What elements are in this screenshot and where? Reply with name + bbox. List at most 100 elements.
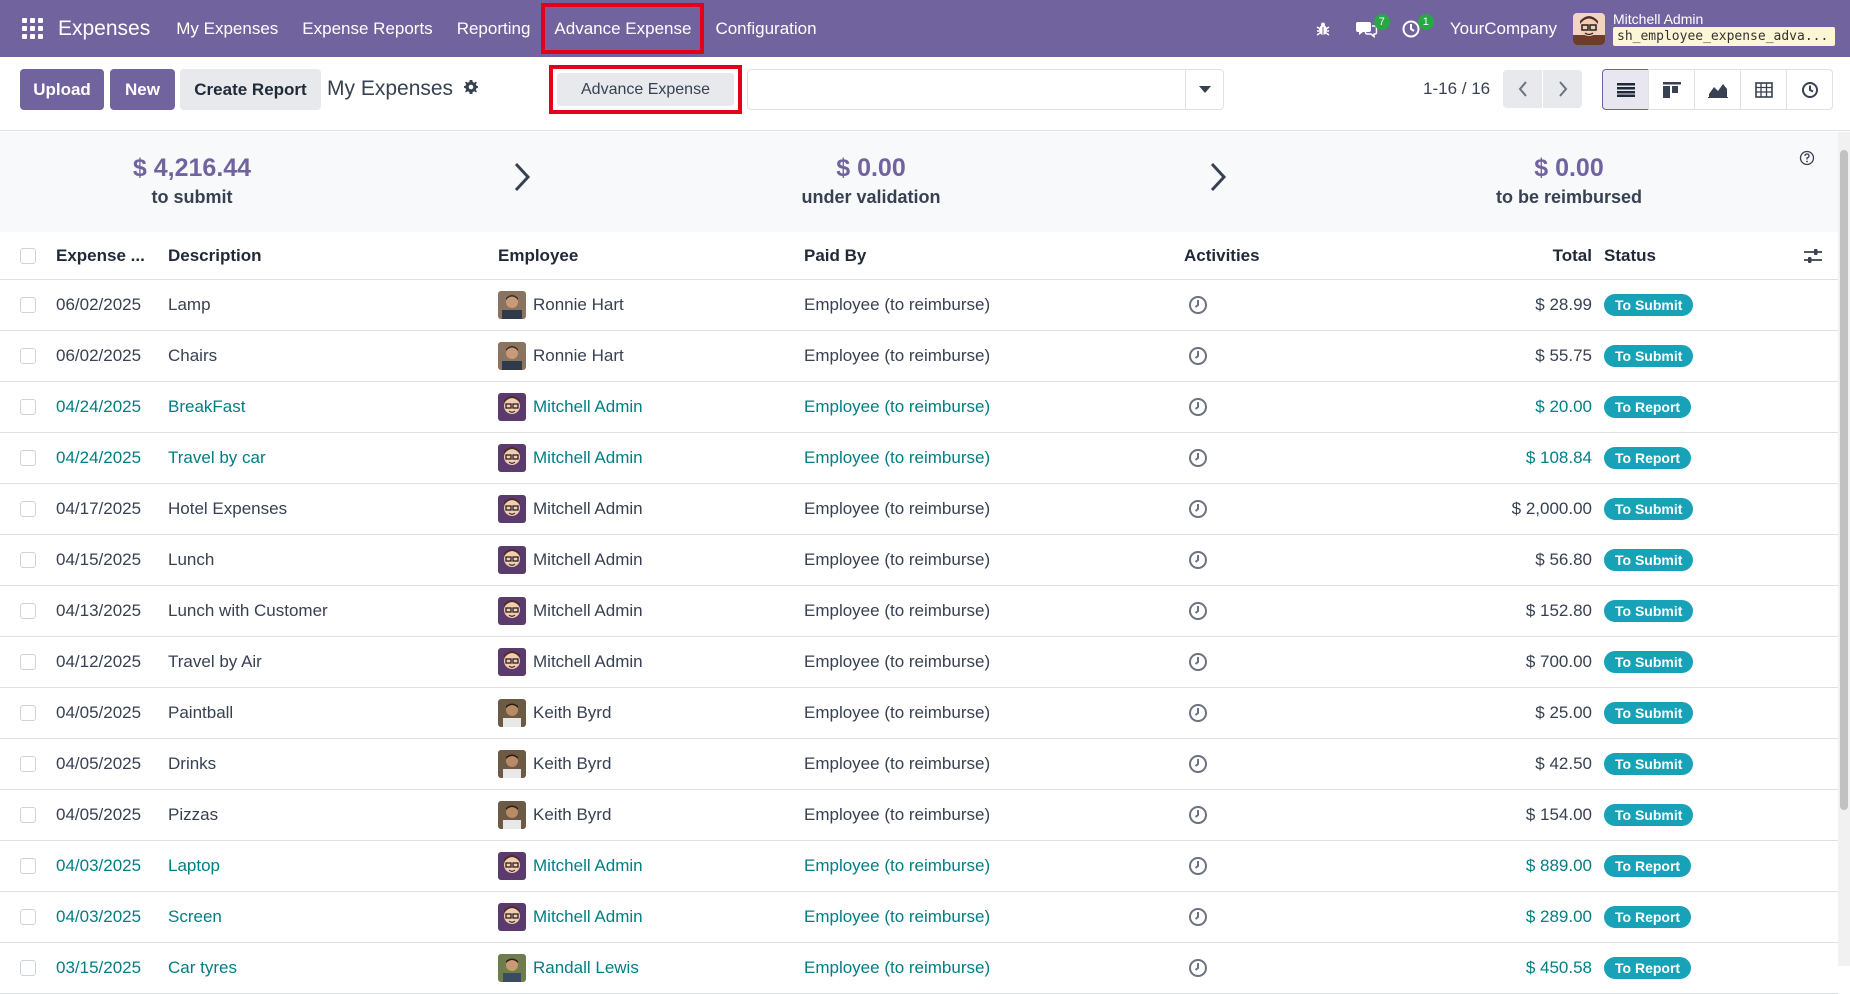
row-checkbox-cell[interactable] — [20, 943, 36, 993]
activity-clock-icon[interactable] — [1188, 331, 1208, 381]
row-checkbox-cell[interactable] — [20, 586, 36, 636]
table-row[interactable]: 04/24/2025 BreakFast Mitchell Admin Employe… — [0, 382, 1838, 433]
row-checkbox-cell[interactable] — [20, 535, 36, 585]
table-row[interactable]: 04/15/2025 Lunch Mitchell Admin Employee (t… — [0, 535, 1838, 586]
stat-under-validation[interactable]: $ 0.00 under validation — [771, 154, 971, 208]
row-checkbox-cell[interactable] — [20, 739, 36, 789]
menu-advance-expense[interactable]: Advance Expense — [541, 0, 705, 57]
employee-cell[interactable]: Mitchell Admin — [498, 586, 643, 636]
table-row[interactable]: 04/05/2025 Drinks Keith Byrd Employee (to r… — [0, 739, 1838, 790]
activity-clock-icon[interactable] — [1188, 739, 1208, 789]
column-header-status[interactable]: Status — [1604, 232, 1656, 279]
employee-cell[interactable]: Mitchell Admin — [498, 892, 643, 942]
row-checkbox-cell[interactable] — [20, 433, 36, 483]
table-row[interactable]: 03/15/2025 Car tyres Randall Lewis Employee… — [0, 943, 1838, 994]
column-header-date[interactable]: Expense ... — [56, 232, 145, 279]
employee-cell[interactable]: Mitchell Admin — [498, 841, 643, 891]
row-checkbox[interactable] — [20, 807, 36, 823]
table-row[interactable]: 04/24/2025 Travel by car Mitchell Admin Emp… — [0, 433, 1838, 484]
vertical-scrollbar[interactable] — [1838, 132, 1850, 966]
row-checkbox-cell[interactable] — [20, 331, 36, 381]
column-header-employee[interactable]: Employee — [498, 232, 578, 279]
messages-icon[interactable]: 7 — [1352, 13, 1390, 44]
row-checkbox[interactable] — [20, 399, 36, 415]
activity-clock-icon[interactable] — [1188, 688, 1208, 738]
activity-clock-icon[interactable] — [1188, 586, 1208, 636]
activity-clock-icon[interactable] — [1188, 841, 1208, 891]
table-row[interactable]: 04/05/2025 Paintball Keith Byrd Employee (t… — [0, 688, 1838, 739]
row-checkbox-cell[interactable] — [20, 688, 36, 738]
table-row[interactable]: 06/02/2025 Lamp Ronnie Hart Employee (to re… — [0, 280, 1838, 331]
pager-value[interactable]: 1-16 / 16 — [1423, 79, 1490, 99]
employee-cell[interactable]: Randall Lewis — [498, 943, 639, 993]
help-icon[interactable] — [1799, 150, 1815, 166]
column-header-total[interactable]: Total — [1500, 232, 1592, 279]
row-checkbox-cell[interactable] — [20, 484, 36, 534]
graph-view-button[interactable] — [1694, 69, 1741, 110]
create-report-button[interactable]: Create Report — [180, 69, 321, 110]
gear-icon[interactable] — [463, 77, 479, 101]
select-all-checkbox[interactable] — [20, 247, 36, 264]
upload-button[interactable]: Upload — [20, 69, 104, 110]
table-row[interactable]: 04/17/2025 Hotel Expenses Mitchell Admin Em… — [0, 484, 1838, 535]
search-input[interactable] — [756, 70, 1176, 109]
pager-previous-button[interactable] — [1503, 70, 1542, 108]
employee-cell[interactable]: Keith Byrd — [498, 688, 611, 738]
activity-clock-icon[interactable] — [1188, 433, 1208, 483]
employee-cell[interactable]: Mitchell Admin — [498, 382, 643, 432]
menu-my-expenses[interactable]: My Expenses — [164, 0, 290, 57]
apps-grid-icon[interactable] — [22, 17, 44, 40]
row-checkbox[interactable] — [20, 501, 36, 517]
activity-clock-icon[interactable] — [1188, 535, 1208, 585]
activity-clock-icon[interactable] — [1188, 280, 1208, 330]
row-checkbox[interactable] — [20, 705, 36, 721]
debug-bug-icon[interactable] — [1308, 14, 1338, 44]
activity-clock-icon[interactable] — [1188, 637, 1208, 687]
advance-expense-button[interactable]: Advance Expense — [557, 73, 734, 106]
row-checkbox-cell[interactable] — [20, 280, 36, 330]
stat-to-submit[interactable]: $ 4,216.44 to submit — [92, 154, 292, 208]
list-view-button[interactable] — [1602, 69, 1649, 110]
employee-cell[interactable]: Mitchell Admin — [498, 433, 643, 483]
employee-cell[interactable]: Ronnie Hart — [498, 331, 624, 381]
row-checkbox[interactable] — [20, 654, 36, 670]
table-row[interactable]: 04/05/2025 Pizzas Keith Byrd Employee (to r… — [0, 790, 1838, 841]
company-switcher[interactable]: YourCompany — [1450, 19, 1557, 39]
row-checkbox[interactable] — [20, 552, 36, 568]
menu-reporting[interactable]: Reporting — [445, 0, 543, 57]
activity-clock-icon[interactable]: 1 — [1396, 13, 1434, 44]
activity-clock-icon[interactable] — [1188, 382, 1208, 432]
column-header-description[interactable]: Description — [168, 232, 262, 279]
row-checkbox[interactable] — [20, 450, 36, 466]
new-button[interactable]: New — [110, 69, 175, 110]
select-all-checkbox-cell[interactable] — [20, 232, 36, 279]
search-options-toggle[interactable] — [1185, 70, 1223, 109]
activity-clock-icon[interactable] — [1188, 943, 1208, 993]
kanban-view-button[interactable] — [1648, 69, 1695, 110]
activity-clock-icon[interactable] — [1188, 484, 1208, 534]
row-checkbox[interactable] — [20, 348, 36, 364]
row-checkbox-cell[interactable] — [20, 382, 36, 432]
employee-cell[interactable]: Mitchell Admin — [498, 484, 643, 534]
app-name[interactable]: Expenses — [58, 17, 150, 41]
menu-configuration[interactable]: Configuration — [703, 0, 828, 57]
optional-columns-toggle[interactable] — [1804, 232, 1822, 279]
user-avatar[interactable] — [1573, 12, 1605, 45]
menu-expense-reports[interactable]: Expense Reports — [290, 0, 444, 57]
employee-cell[interactable]: Ronnie Hart — [498, 280, 624, 330]
row-checkbox[interactable] — [20, 297, 36, 313]
column-header-paid-by[interactable]: Paid By — [804, 232, 866, 279]
scrollbar-thumb[interactable] — [1840, 150, 1848, 810]
activity-view-button[interactable] — [1786, 69, 1833, 110]
employee-cell[interactable]: Mitchell Admin — [498, 535, 643, 585]
pager-next-button[interactable] — [1543, 70, 1582, 108]
row-checkbox-cell[interactable] — [20, 892, 36, 942]
activity-clock-icon[interactable] — [1188, 790, 1208, 840]
row-checkbox-cell[interactable] — [20, 637, 36, 687]
employee-cell[interactable]: Keith Byrd — [498, 790, 611, 840]
row-checkbox[interactable] — [20, 960, 36, 976]
row-checkbox-cell[interactable] — [20, 841, 36, 891]
column-header-activities[interactable]: Activities — [1184, 232, 1260, 279]
employee-cell[interactable]: Mitchell Admin — [498, 637, 643, 687]
table-row[interactable]: 06/02/2025 Chairs Ronnie Hart Employee (to … — [0, 331, 1838, 382]
